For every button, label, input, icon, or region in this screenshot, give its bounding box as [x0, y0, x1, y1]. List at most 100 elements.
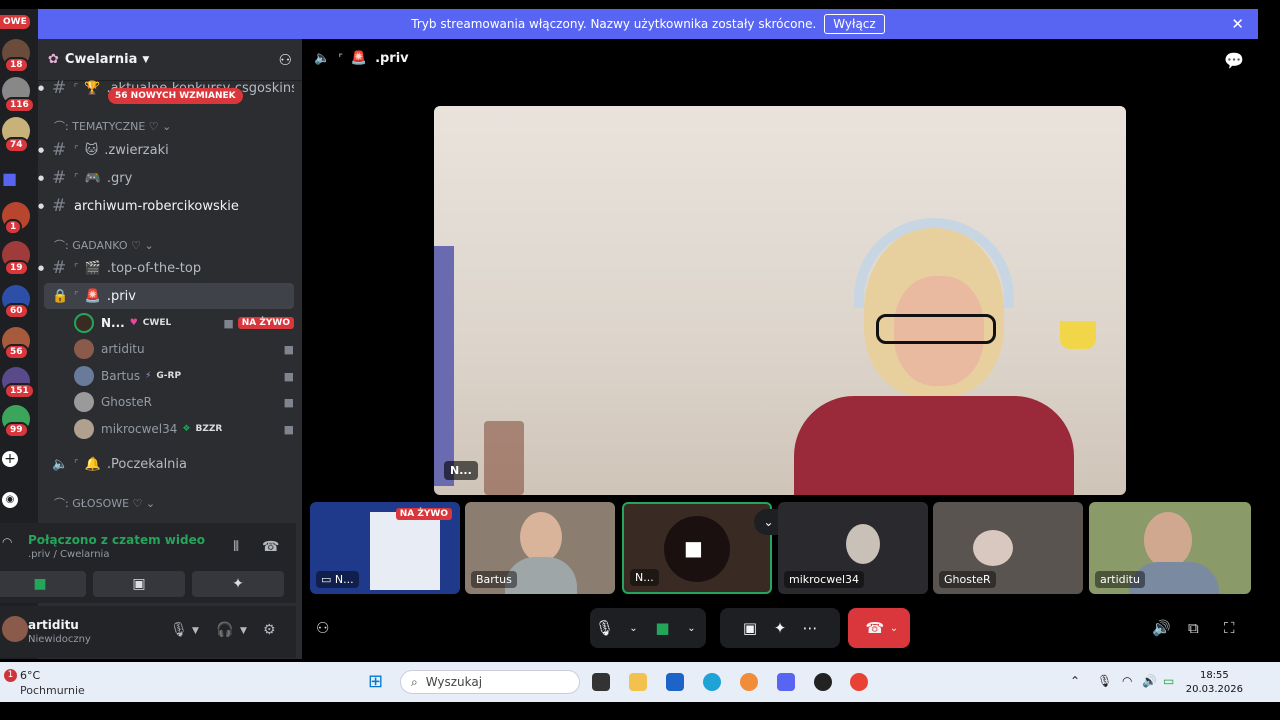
- server-count: 116: [4, 97, 35, 113]
- avatar: [74, 313, 94, 333]
- tile-ghoster[interactable]: GhosteR: [933, 502, 1083, 594]
- discord-icon[interactable]: [777, 673, 795, 691]
- screen-share-button[interactable]: ▣: [93, 571, 185, 597]
- gear-icon[interactable]: ⚙: [263, 622, 276, 638]
- activities-icon[interactable]: ✦: [765, 619, 795, 637]
- channel-poczekalnia[interactable]: 🔈 ⌜ 🔔 .Poczekalnia: [44, 451, 294, 477]
- tile-label: artiditu: [1095, 571, 1145, 588]
- search-icon: ⌕: [411, 674, 418, 689]
- disconnect-icon[interactable]: ☎: [262, 539, 279, 555]
- browser-icon[interactable]: [740, 673, 758, 691]
- folder-icon[interactable]: ■: [2, 169, 17, 188]
- voice-connection-panel: ◠ Połączono z czatem wideo .priv / Cwela…: [0, 523, 296, 603]
- channel-name: .gry: [106, 170, 133, 186]
- close-icon[interactable]: ✕: [1231, 15, 1244, 33]
- signal-icon[interactable]: ◠: [2, 535, 12, 549]
- user-tag: G-RP: [156, 371, 182, 381]
- activities-icon: ✦: [232, 576, 244, 592]
- tile-bartus[interactable]: Bartus: [465, 502, 615, 594]
- shirt: [794, 396, 1074, 495]
- invite-user-icon[interactable]: ⚇: [316, 619, 329, 637]
- main-video[interactable]: N...: [434, 106, 1126, 495]
- chrome-icon[interactable]: [850, 673, 868, 691]
- speaker-icon: 🔈: [52, 456, 69, 472]
- user-panel: artiditu Niewidoczny 🎙 ▼ 🎧 ▼ ⚙: [0, 606, 296, 658]
- hang-up-button[interactable]: ☎ ⌄: [848, 608, 910, 648]
- add-server-icon[interactable]: +: [2, 451, 18, 467]
- taskbar-search[interactable]: ⌕ Wyszukaj: [400, 670, 580, 694]
- chevron-down-icon[interactable]: ⌄: [619, 623, 648, 634]
- noise-suppression-icon[interactable]: ⦀: [233, 539, 239, 555]
- disable-streamer-mode-button[interactable]: Wyłącz: [824, 14, 885, 34]
- file-explorer-icon[interactable]: [629, 673, 647, 691]
- screen-icon: ▭: [321, 573, 332, 586]
- category-label: TEMATYCZNE ♡: [72, 120, 159, 133]
- windows-start-icon[interactable]: ⊞: [368, 671, 383, 692]
- headphones-icon[interactable]: 🎧: [216, 622, 233, 638]
- activities-button[interactable]: ✦: [192, 571, 284, 597]
- category-gadanko[interactable]: ⌒: GADANKO ♡ ⌄: [54, 237, 154, 253]
- task-view-icon[interactable]: [592, 673, 610, 691]
- edge-icon[interactable]: [703, 673, 721, 691]
- thread-mark-icon: ⌜: [74, 262, 79, 274]
- thread-mark-icon: ⌜: [74, 290, 79, 302]
- voice-user[interactable]: GhosteR ■: [74, 390, 294, 414]
- speaker-icon[interactable]: 🔊: [1142, 674, 1157, 688]
- new-mentions-pill[interactable]: 56 NOWYCH WZMIANEK: [108, 88, 243, 104]
- chevron-down-icon: ⌄: [145, 497, 156, 510]
- channel-gry[interactable]: ● # ⌜ 🎮 .gry: [38, 165, 294, 191]
- chevron-down-icon[interactable]: ⌄: [677, 623, 706, 634]
- weather-badge: 1: [4, 669, 17, 682]
- channel-priv[interactable]: 🔒 ⌜ 🚨 .priv: [44, 283, 294, 309]
- chevron-down-icon[interactable]: ▼: [240, 626, 247, 636]
- channel-top-of-the-top[interactable]: ● # ⌜ 🎬 .top-of-the-top: [38, 255, 294, 281]
- voice-user[interactable]: mikrocwel34 ❖ BZZR ■: [74, 417, 294, 441]
- fullscreen-icon[interactable]: ⛶: [1224, 619, 1235, 637]
- streamer-mode-banner: Tryb streamowania włączony. Nazwy użytko…: [38, 9, 1258, 39]
- voice-location[interactable]: .priv / Cwelarnia: [28, 549, 109, 560]
- store-icon[interactable]: [666, 673, 684, 691]
- camera-icon[interactable]: ■: [648, 619, 677, 637]
- rail-top-badge: OWE: [0, 15, 30, 29]
- chevron-up-icon[interactable]: ⌃: [1070, 674, 1080, 688]
- avatar[interactable]: [2, 616, 28, 642]
- stage-channel-name: .priv: [375, 51, 409, 66]
- explore-icon[interactable]: ◉: [2, 492, 18, 508]
- channel-zwierzaki[interactable]: ● # ⌜ 🐱 .zwierzaki: [38, 137, 294, 163]
- battery-icon[interactable]: ▭: [1163, 674, 1174, 688]
- tile-label: N...: [630, 569, 659, 586]
- channel-name: .zwierzaki: [104, 142, 169, 158]
- screen-share-icon[interactable]: ▣: [735, 619, 765, 637]
- microphone-icon[interactable]: 🎙: [590, 619, 619, 637]
- category-tematyczne[interactable]: ⌒: TEMATYCZNE ♡ ⌄: [54, 118, 171, 134]
- tile-n[interactable]: ■ N...: [622, 502, 772, 594]
- voice-user[interactable]: artiditu ■: [74, 337, 294, 361]
- more-icon[interactable]: ⋯: [795, 619, 825, 637]
- tile-stream[interactable]: NA ŻYWO ▭ N...: [310, 502, 460, 594]
- hash-icon: #: [52, 258, 67, 278]
- username[interactable]: artiditu: [28, 618, 79, 632]
- chat-bubble-icon[interactable]: 💬: [1224, 51, 1244, 70]
- volume-icon[interactable]: 🔊: [1152, 619, 1171, 637]
- tile-mikrocwel34[interactable]: mikrocwel34: [778, 502, 928, 594]
- video-button[interactable]: ■: [0, 571, 86, 597]
- channel-archiwum[interactable]: ● # archiwum-robercikowskie: [38, 193, 294, 219]
- microphone-icon[interactable]: 🎙: [170, 622, 188, 638]
- server-count: 1: [4, 219, 23, 235]
- avatar: [74, 392, 94, 412]
- tile-artiditu[interactable]: artiditu: [1089, 502, 1251, 594]
- popout-icon[interactable]: ⧉: [1188, 619, 1199, 637]
- taskbar-clock[interactable]: 18:55 20.03.2026: [1186, 669, 1243, 697]
- app-icon[interactable]: [814, 673, 832, 691]
- voice-status[interactable]: Połączono z czatem wideo: [28, 533, 205, 547]
- voice-user[interactable]: N... ♥ CWEL ■ NA ŻYWO: [74, 311, 294, 335]
- glass: [484, 421, 524, 495]
- chevron-down-icon[interactable]: ▼: [192, 626, 199, 636]
- hash-icon: #: [52, 140, 67, 160]
- wifi-icon[interactable]: ◠: [1122, 674, 1132, 688]
- category-glosowe[interactable]: ⌒: GŁOSOWE ♡ ⌄: [54, 495, 155, 511]
- voice-user[interactable]: Bartus ⚡ G-RP ■: [74, 364, 294, 388]
- invite-user-icon[interactable]: ⚇: [279, 51, 292, 69]
- microphone-icon[interactable]: 🎙: [1097, 674, 1112, 688]
- main-video-label: N...: [444, 461, 478, 480]
